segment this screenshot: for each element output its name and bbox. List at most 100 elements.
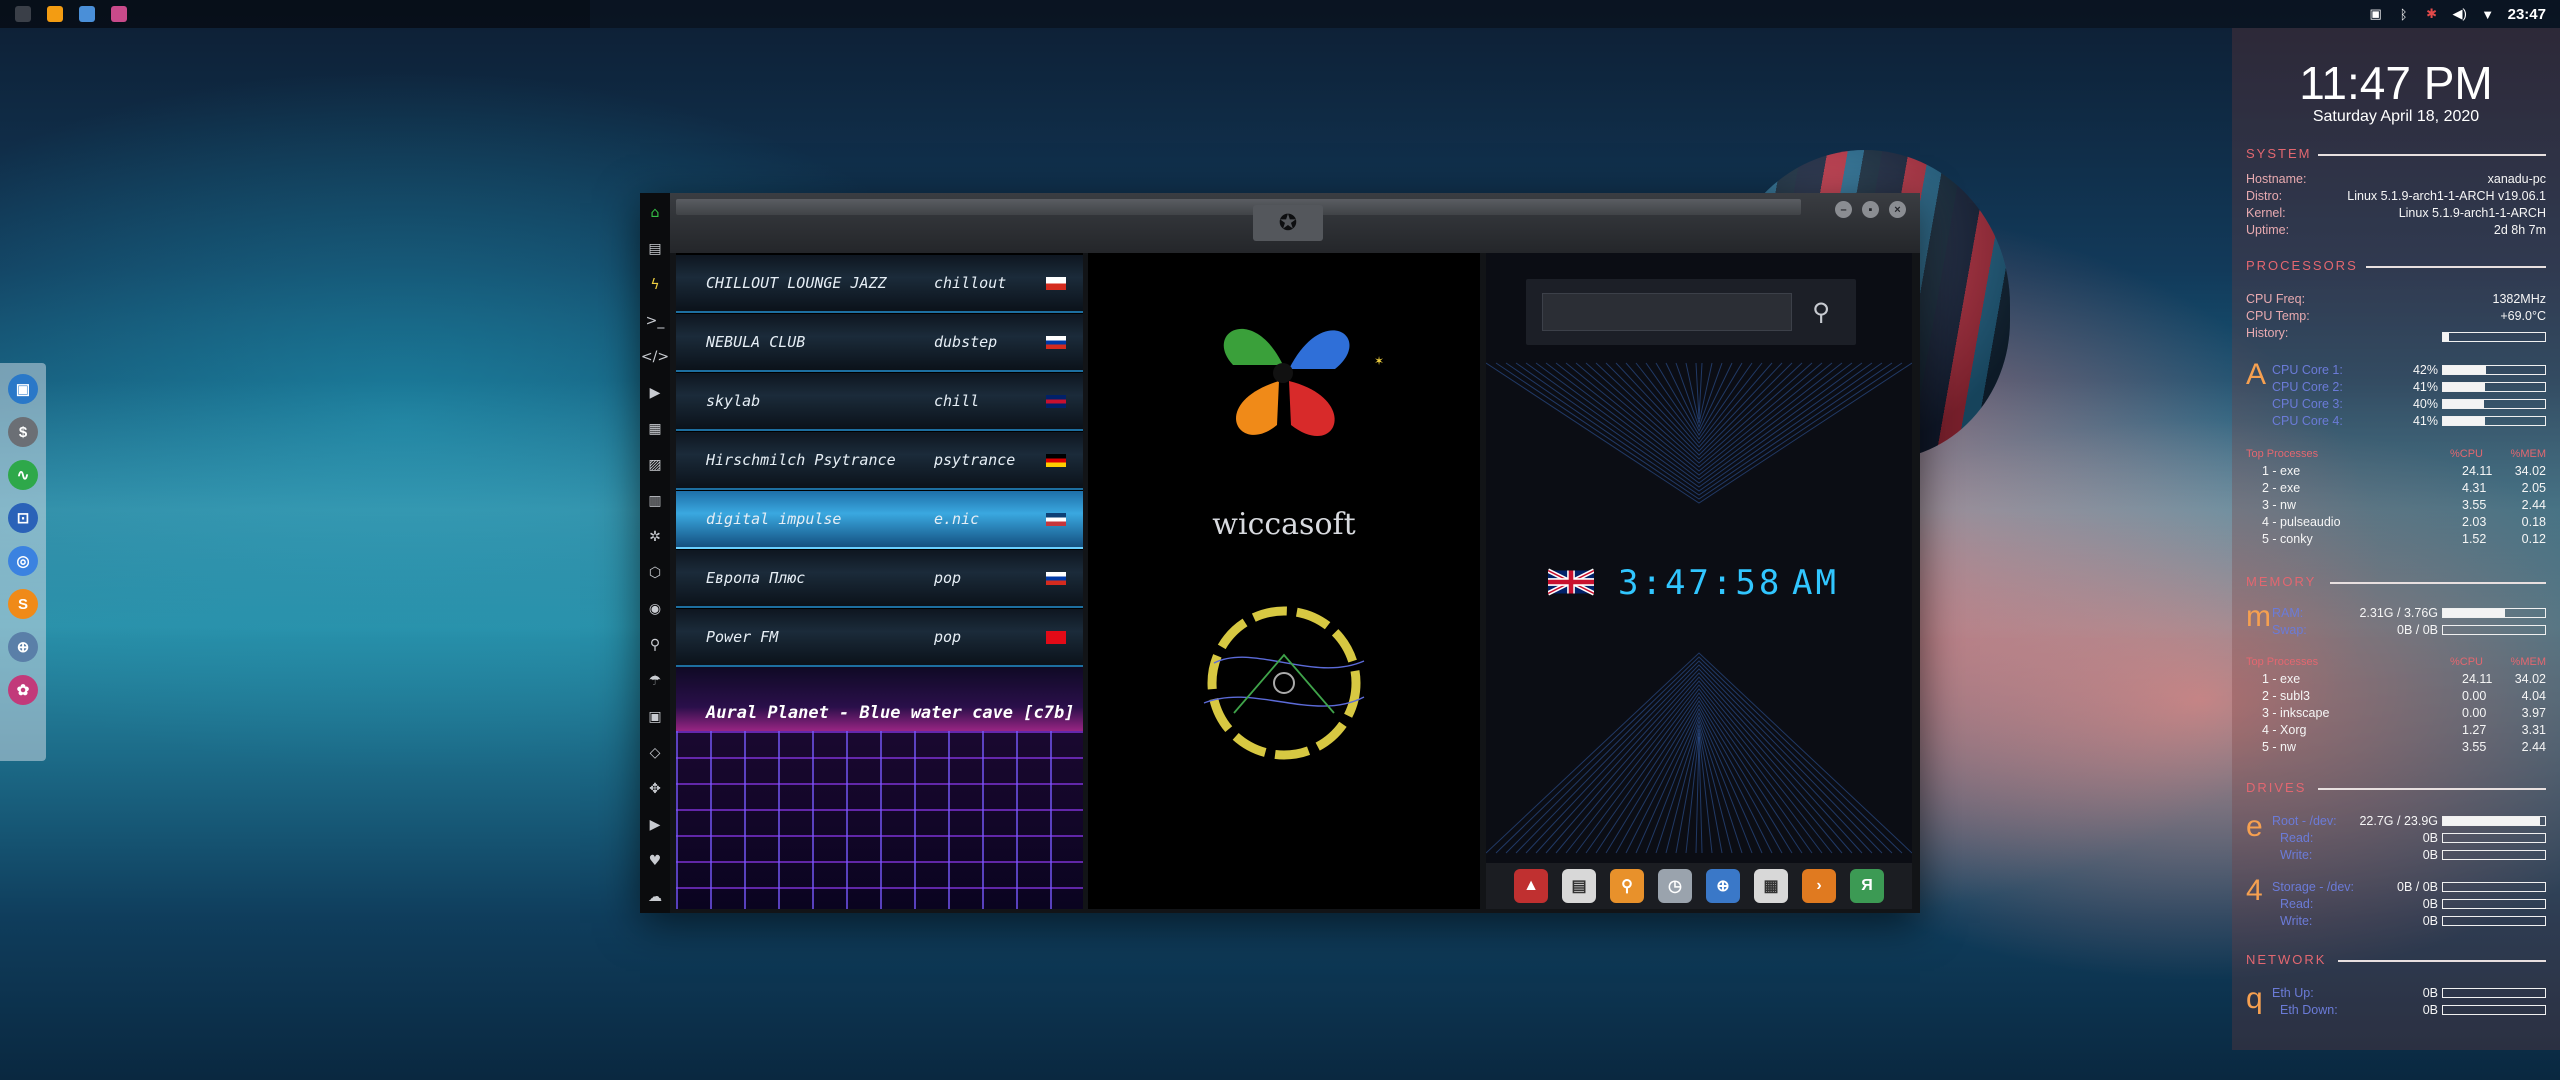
cpu-glyph: A — [2246, 358, 2267, 391]
conky-row: Uptime: 2d 8h 7m — [2246, 223, 2546, 239]
process-cpu: 24.11 — [2462, 464, 2493, 478]
news-icon[interactable]: ▥ — [645, 489, 665, 513]
hexagon-icon[interactable]: ⬡ — [645, 561, 665, 585]
process-mem: 0.12 — [2521, 532, 2546, 546]
left-dock: ▣ $ ∿ ⊡ ◎ S ⊕ ✿ — [0, 363, 46, 761]
radio-app-icon: ✿ — [8, 675, 38, 705]
lightning-icon[interactable]: ϟ — [645, 273, 665, 297]
home-icon[interactable]: ⌂ — [645, 201, 665, 225]
station-row[interactable]: Европа Плюс pop — [676, 550, 1083, 608]
usage-bar-fill — [2443, 609, 2506, 617]
settings-icon[interactable]: ✲ — [645, 525, 665, 549]
dock-item[interactable]: ✿ — [6, 672, 40, 708]
panel-clock[interactable]: 23:47 — [2508, 6, 2546, 23]
minimize-button[interactable]: – — [1835, 201, 1852, 218]
media-icon[interactable]: ▦ — [645, 417, 665, 441]
dock-item[interactable]: ⊡ — [6, 500, 40, 536]
maximize-button[interactable]: ▪ — [1862, 201, 1879, 218]
search-app-icon[interactable]: ⚲ — [1610, 869, 1644, 903]
taskbar-app[interactable] — [74, 3, 100, 25]
document-icon[interactable]: ▤ — [645, 237, 665, 261]
section-divider — [2318, 154, 2546, 156]
process-header-title: Top Processes — [2246, 656, 2319, 668]
bar-label: Read: — [2280, 831, 2314, 845]
heart-icon[interactable]: ♥ — [645, 849, 665, 873]
bar-value: 0B — [2422, 831, 2438, 845]
close-button[interactable]: × — [1889, 201, 1906, 218]
conky-value: 1382MHz — [2492, 292, 2547, 306]
wifi-icon[interactable]: ▼ — [2480, 7, 2496, 22]
process-row: 4 - Xorg 1.27 3.31 — [2262, 723, 2546, 739]
dock-item[interactable]: ◎ — [6, 543, 40, 579]
image-icon[interactable]: ▨ — [645, 453, 665, 477]
search-icon[interactable]: ⚲ — [1802, 293, 1840, 331]
bar-value: 0B — [2422, 897, 2438, 911]
conky-key: CPU Freq: — [2246, 292, 2306, 306]
image-tray-icon[interactable]: ▣ — [2368, 6, 2384, 21]
conky-time: 11:47 PM — [2299, 57, 2493, 109]
dock-item[interactable]: $ — [6, 414, 40, 450]
conky-value: xanadu-pc — [2487, 172, 2546, 186]
globe-icon[interactable]: ◉ — [645, 597, 665, 621]
forward-icon[interactable]: › — [1802, 869, 1836, 903]
wiccasoft-wordmark: wiccasoft — [1212, 507, 1356, 542]
logo-petal-blue — [1289, 330, 1350, 369]
dock-item[interactable]: ▣ — [6, 371, 40, 407]
diamond-icon[interactable]: ◇ — [645, 741, 665, 765]
terminal-icon[interactable]: >_ — [645, 309, 665, 333]
usage-bar — [2442, 608, 2546, 618]
synthwave-grid — [676, 731, 1083, 909]
search-icon[interactable]: ⚲ — [645, 633, 665, 657]
taskbar-app[interactable] — [42, 3, 68, 25]
conky-row: Distro: Linux 5.1.9-arch1-1-ARCH v19.06.1 — [2246, 189, 2546, 205]
taskbar-app[interactable] — [10, 3, 36, 25]
process-name: 4 - Xorg — [2262, 723, 2307, 737]
rebel-logo-icon: ✪ — [1253, 205, 1323, 241]
ring-center — [1273, 672, 1295, 694]
umbrella-icon[interactable]: ☂ — [645, 669, 665, 693]
station-row[interactable]: skylab chill — [676, 373, 1083, 431]
station-row[interactable]: CHILLOUT LOUNGE JAZZ chillout — [676, 255, 1083, 313]
dock-item[interactable]: ∿ — [6, 457, 40, 493]
search-input[interactable] — [1542, 293, 1792, 331]
system-tray: ▣ ᛒ ✱ ◀) ▼ 23:47 — [2368, 0, 2546, 28]
yandex-icon[interactable]: Я — [1850, 869, 1884, 903]
dock-item[interactable]: S — [6, 586, 40, 622]
process-cpu: 1.27 — [2462, 723, 2487, 737]
top-panel: ▣ ᛒ ✱ ◀) ▼ 23:47 — [0, 0, 2560, 28]
calendar-icon[interactable]: ▦ — [1754, 869, 1788, 903]
conky-value: +69.0°C — [2500, 309, 2546, 323]
usage-bar — [2442, 916, 2546, 926]
volume-icon[interactable]: ◀) — [2452, 6, 2468, 21]
station-row[interactable]: digital impulse e.nic — [676, 491, 1083, 549]
contact-icon[interactable]: ▣ — [645, 705, 665, 729]
process-cpu: 0.00 — [2462, 689, 2487, 703]
dock-item[interactable]: ⊕ — [6, 629, 40, 665]
expand-icon[interactable]: ✥ — [645, 777, 665, 801]
process-header-cpu: %CPU — [2450, 448, 2484, 460]
youtube-icon[interactable]: ▶ — [645, 813, 665, 837]
country-flag-icon — [1046, 630, 1066, 644]
station-row[interactable]: NEBULA CLUB dubstep — [676, 314, 1083, 372]
conky-row: Hostname: xanadu-pc — [2246, 172, 2546, 188]
bar-value: 42% — [2412, 363, 2438, 377]
station-genre: pop — [934, 628, 962, 646]
station-row[interactable]: Hirschmilch Psytrance psytrance — [676, 432, 1083, 490]
station-name: skylab — [706, 392, 761, 410]
play-icon[interactable]: ▶ — [645, 381, 665, 405]
update-icon[interactable]: ✱ — [2424, 6, 2440, 21]
globe-icon[interactable]: ⊕ — [1706, 869, 1740, 903]
clock-icon[interactable]: ◷ — [1658, 869, 1692, 903]
bluetooth-icon[interactable]: ᛒ — [2396, 7, 2412, 22]
world-clock-panel: ⚲ 3:47:58 AM ▲ ▤ ⚲ ◷ ⊕ ▦ › Я — [1486, 253, 1912, 909]
line-art-stroke — [1605, 362, 1793, 456]
station-row[interactable]: Power FM pop — [676, 609, 1083, 667]
title-strip — [676, 199, 1801, 215]
cloud-icon[interactable]: ☁ — [645, 885, 665, 909]
arcade-icon[interactable]: ▲ — [1514, 869, 1548, 903]
window-titlebar[interactable]: ✪ – ▪ × — [670, 193, 1920, 253]
code-icon[interactable]: </> — [641, 345, 669, 369]
taskbar-app[interactable] — [106, 3, 132, 25]
uk-flag-icon[interactable] — [1548, 567, 1594, 597]
browser-window-icon[interactable]: ▤ — [1562, 869, 1596, 903]
